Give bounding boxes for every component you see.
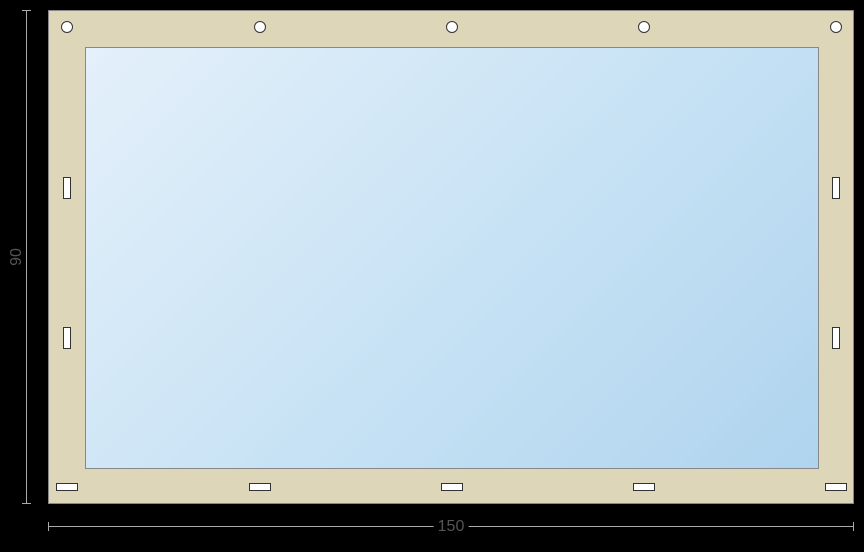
hole-circle	[61, 21, 73, 33]
slot-horizontal	[825, 483, 847, 491]
slot-horizontal	[249, 483, 271, 491]
dimension-label-width: 150	[434, 518, 469, 536]
slot-horizontal	[56, 483, 78, 491]
dimension-label-height: 90	[8, 244, 26, 270]
slot-vertical	[63, 177, 71, 199]
hole-circle	[446, 21, 458, 33]
glass-pane	[85, 47, 819, 469]
slot-vertical	[63, 327, 71, 349]
slot-vertical	[832, 177, 840, 199]
hole-circle	[638, 21, 650, 33]
dimension-line-vertical	[26, 10, 27, 504]
window-frame	[48, 10, 854, 504]
hole-circle	[830, 21, 842, 33]
slot-vertical	[832, 327, 840, 349]
diagram-canvas: 90 150	[0, 0, 864, 552]
slot-horizontal	[441, 483, 463, 491]
slot-horizontal	[633, 483, 655, 491]
hole-circle	[254, 21, 266, 33]
